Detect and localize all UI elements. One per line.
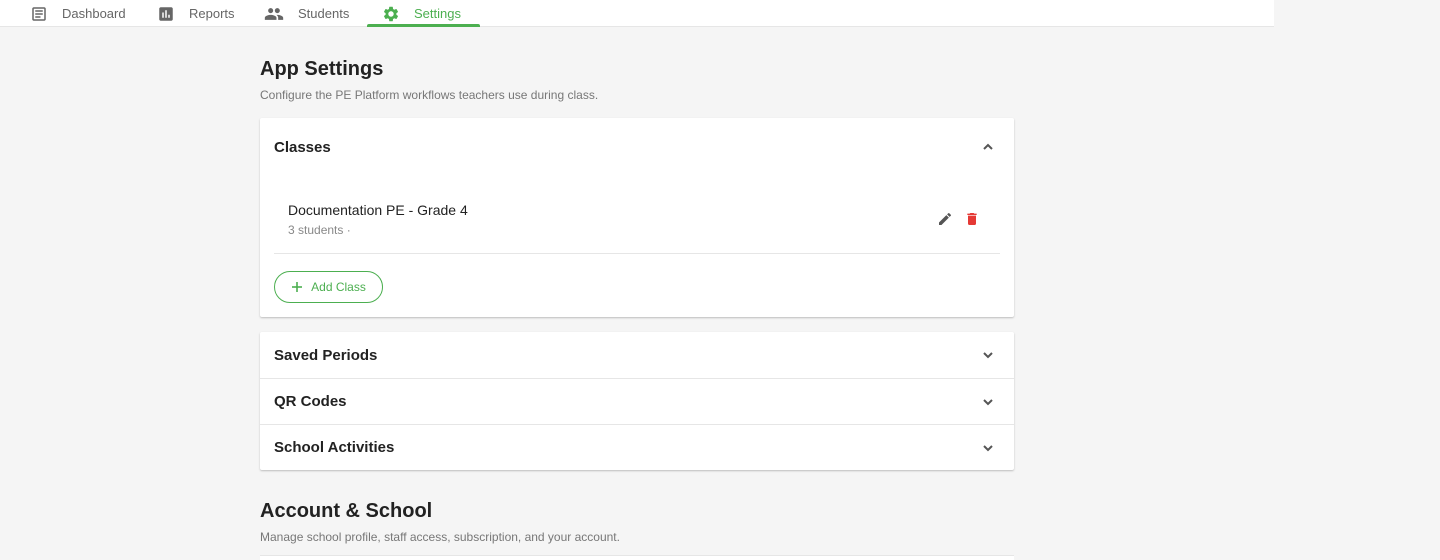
delete-class-button[interactable] xyxy=(963,210,981,228)
nav-students[interactable]: Students xyxy=(264,0,349,27)
account-school-subtitle: Manage school profile, staff access, sub… xyxy=(260,530,620,544)
nav-reports-label: Reports xyxy=(189,6,235,21)
add-class-label: Add Class xyxy=(311,280,366,294)
nav-settings-label: Settings xyxy=(414,6,461,21)
chevron-up-icon[interactable] xyxy=(980,139,996,155)
class-meta: 3 students · xyxy=(288,223,351,237)
chevron-down-icon[interactable] xyxy=(980,347,996,363)
account-panel-edge xyxy=(260,555,1014,560)
nav-students-label: Students xyxy=(298,6,350,21)
classes-header[interactable]: Classes xyxy=(260,118,1014,176)
trash-icon xyxy=(967,213,977,225)
qr-codes-header[interactable]: QR Codes xyxy=(260,379,1014,424)
saved-periods-title: Saved Periods xyxy=(274,346,378,364)
nav-settings[interactable]: Settings xyxy=(382,0,461,27)
app-settings-subtitle: Configure the PE Platform workflows teac… xyxy=(260,88,599,102)
edit-class-button[interactable] xyxy=(936,210,954,228)
settings-accordion-group: Saved Periods QR Codes School Activities xyxy=(260,332,1014,470)
school-activities-header[interactable]: School Activities xyxy=(260,425,1014,470)
classes-title: Classes xyxy=(274,138,331,156)
classes-panel: Classes Documentation PE - Grade 4 3 stu… xyxy=(260,118,1014,317)
background-strip xyxy=(1274,0,1440,560)
settings-icon xyxy=(383,6,399,21)
chevron-down-icon[interactable] xyxy=(980,394,996,410)
top-nav: Dashboard Reports Students Settings xyxy=(0,0,1274,27)
qr-codes-title: QR Codes xyxy=(274,393,347,410)
plus-icon xyxy=(292,282,303,292)
active-tab-indicator xyxy=(367,24,480,27)
nav-dashboard[interactable]: Dashboard xyxy=(30,0,126,27)
app-settings-title: App Settings xyxy=(260,58,384,80)
nav-dashboard-label: Dashboard xyxy=(62,6,126,21)
students-icon xyxy=(264,7,284,20)
school-activities-title: School Activities xyxy=(274,439,395,456)
class-list-item[interactable]: Documentation PE - Grade 4 3 students · xyxy=(274,176,1000,254)
reports-icon xyxy=(159,6,173,21)
saved-periods-header[interactable]: Saved Periods xyxy=(260,332,1014,378)
pencil-icon xyxy=(939,212,952,225)
add-class-button[interactable]: Add Class xyxy=(274,271,383,303)
chevron-down-icon[interactable] xyxy=(980,440,996,456)
dashboard-icon xyxy=(32,6,46,21)
class-name: Documentation PE - Grade 4 xyxy=(288,202,468,218)
account-school-title: Account & School xyxy=(260,500,433,522)
nav-reports[interactable]: Reports xyxy=(157,0,235,27)
